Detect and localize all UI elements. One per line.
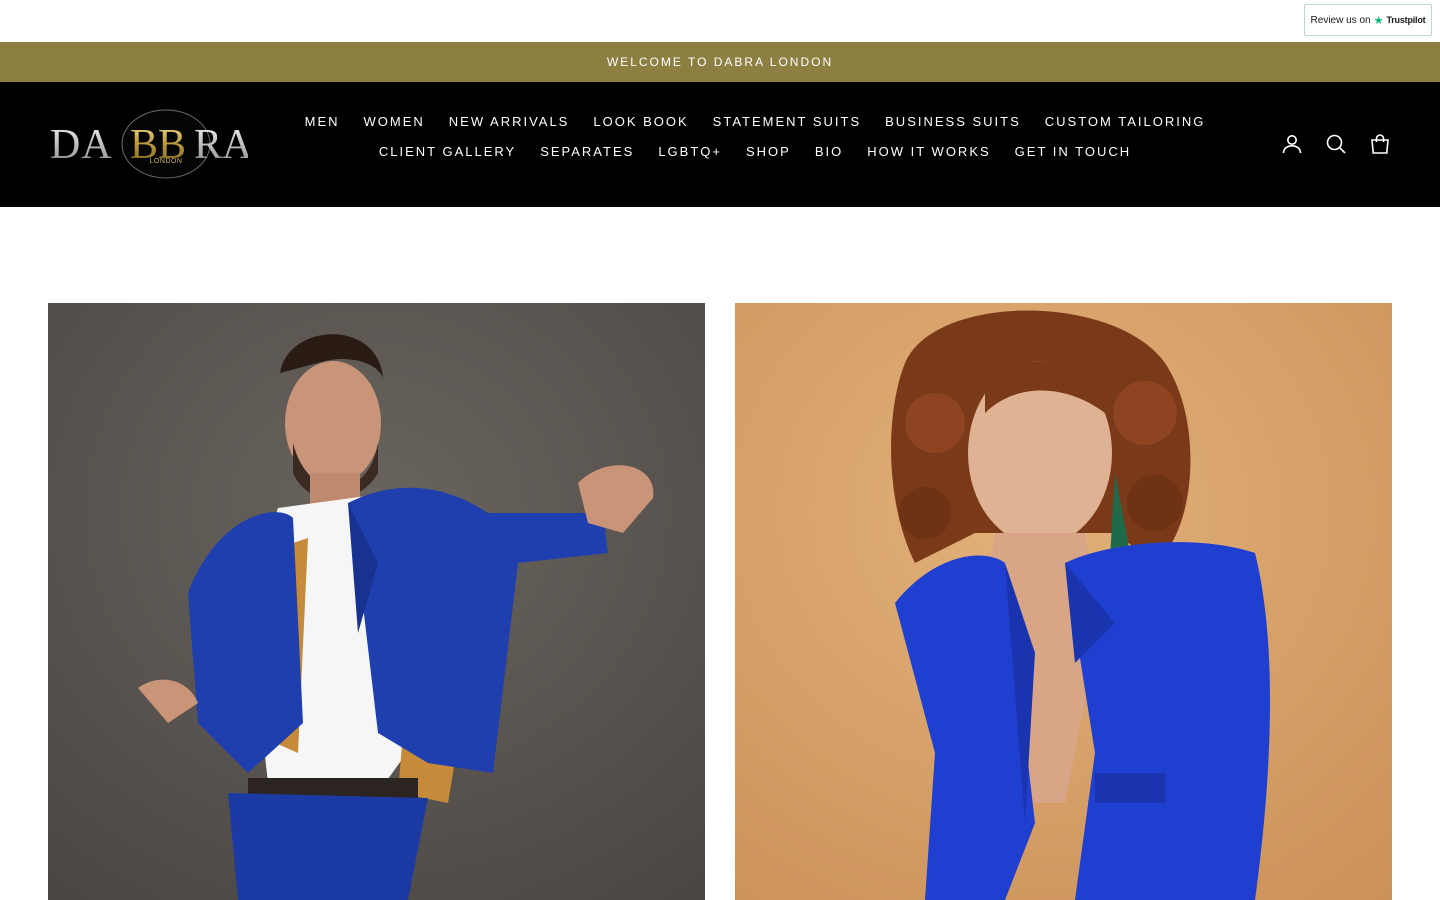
top-utility-bar: Review us on ★ Trustpilot (0, 0, 1440, 42)
site-header: DA BB RA LONDON MEN WOMEN NEW ARRIVALS L… (0, 82, 1440, 207)
main-navigation: MEN WOMEN NEW ARRIVALS LOOK BOOK STATEME… (300, 114, 1210, 160)
nav-men[interactable]: MEN (305, 114, 340, 130)
collection-grid (48, 303, 1392, 900)
men-collection-image (48, 303, 705, 900)
women-collection-image (735, 303, 1392, 900)
nav-new-arrivals[interactable]: NEW ARRIVALS (449, 114, 570, 130)
announcement-bar: WELCOME TO DABRA LONDON (0, 42, 1440, 82)
trustpilot-review-text: Review us on (1310, 14, 1371, 26)
nav-lgbtq[interactable]: LGBTQ+ (658, 144, 722, 160)
site-logo[interactable]: DA BB RA LONDON (48, 108, 253, 180)
nav-look-book[interactable]: LOOK BOOK (593, 114, 688, 130)
logo-subtitle: LONDON (150, 158, 183, 165)
nav-get-in-touch[interactable]: GET IN TOUCH (1015, 144, 1131, 160)
nav-bio[interactable]: BIO (815, 144, 843, 160)
nav-custom-tailoring[interactable]: CUSTOM TAILORING (1045, 114, 1206, 130)
nav-client-gallery[interactable]: CLIENT GALLERY (379, 144, 516, 160)
trustpilot-brand: Trustpilot (1386, 15, 1426, 25)
search-icon[interactable] (1324, 132, 1348, 156)
nav-how-it-works[interactable]: HOW IT WORKS (867, 144, 990, 160)
trustpilot-review-button[interactable]: Review us on ★ Trustpilot (1304, 4, 1432, 36)
svg-text:DA: DA (50, 122, 113, 168)
cart-icon[interactable] (1368, 132, 1392, 156)
nav-business-suits[interactable]: BUSINESS SUITS (885, 114, 1021, 130)
trustpilot-star-icon: ★ (1373, 14, 1384, 27)
women-collection-tile[interactable] (735, 303, 1392, 900)
nav-shop[interactable]: SHOP (746, 144, 791, 160)
nav-statement-suits[interactable]: STATEMENT SUITS (713, 114, 861, 130)
men-collection-tile[interactable] (48, 303, 705, 900)
nav-row-secondary: CLIENT GALLERY SEPARATES LGBTQ+ SHOP BIO… (379, 144, 1131, 160)
header-actions (1280, 132, 1392, 156)
nav-separates[interactable]: SEPARATES (540, 144, 634, 160)
nav-women[interactable]: WOMEN (364, 114, 425, 130)
account-icon[interactable] (1280, 132, 1304, 156)
svg-text:RA: RA (194, 122, 248, 168)
dabra-logo-graphic: DA BB RA LONDON (50, 109, 253, 179)
nav-row-primary: MEN WOMEN NEW ARRIVALS LOOK BOOK STATEME… (305, 114, 1206, 130)
announcement-text: WELCOME TO DABRA LONDON (606, 55, 834, 69)
